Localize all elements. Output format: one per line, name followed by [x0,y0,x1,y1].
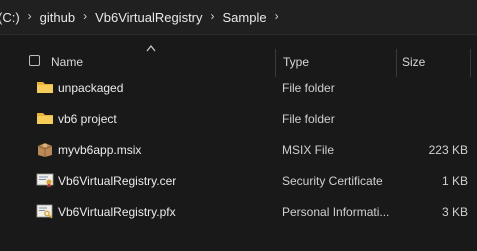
column-header-row: Name Type Size [0,41,477,77]
certificate-icon [36,173,54,188]
chevron-right-icon[interactable]: › [211,9,215,23]
file-type: File folder [282,112,335,126]
file-size: 223 KB [428,143,468,157]
select-all-checkbox[interactable] [29,55,40,66]
column-size[interactable]: Size [402,55,425,69]
file-name: Vb6VirtualRegistry.cer [58,174,177,188]
list-item[interactable]: Vb6VirtualRegistry.cer Security Certific… [0,166,477,197]
breadcrumb-drive[interactable]: (C:) [0,10,20,25]
file-type: Security Certificate [282,174,383,188]
list-item[interactable]: myvb6app.msix MSIX File 223 KB [0,135,477,166]
file-name: myvb6app.msix [58,143,142,157]
sort-ascending-icon[interactable] [146,44,156,52]
file-type: MSIX File [282,143,335,157]
file-size: 3 KB [441,205,468,219]
package-icon [37,143,53,157]
folder-icon [37,113,53,124]
file-size: 1 KB [441,174,468,188]
chevron-right-icon[interactable]: › [28,9,32,23]
column-type[interactable]: Type [283,55,309,69]
chevron-right-icon[interactable]: › [83,9,87,23]
file-type: Personal Informati... [282,205,390,219]
breadcrumb-sample[interactable]: Sample [223,10,267,25]
list-item[interactable]: Vb6VirtualRegistry.pfx Personal Informat… [0,197,477,228]
list-item[interactable]: unpackaged File folder [0,73,477,104]
file-type: File folder [282,81,335,95]
breadcrumb-github[interactable]: github [40,10,75,25]
column-name[interactable]: Name [51,55,83,69]
list-item[interactable]: vb6 project File folder [0,104,477,135]
breadcrumb-vb6virtualregistry[interactable]: Vb6VirtualRegistry [95,10,202,25]
file-list: Name Type Size unpackaged File folder vb… [0,36,477,251]
file-name: Vb6VirtualRegistry.pfx [58,205,176,219]
address-bar[interactable]: (C:) › github › Vb6VirtualRegistry › Sam… [0,0,477,35]
breadcrumb: (C:) › github › Vb6VirtualRegistry › Sam… [0,9,287,25]
folder-icon [37,82,53,93]
chevron-right-icon[interactable]: › [275,9,279,23]
pfx-certificate-icon [36,204,53,219]
file-name: unpackaged [58,81,124,95]
file-name: vb6 project [58,112,117,126]
